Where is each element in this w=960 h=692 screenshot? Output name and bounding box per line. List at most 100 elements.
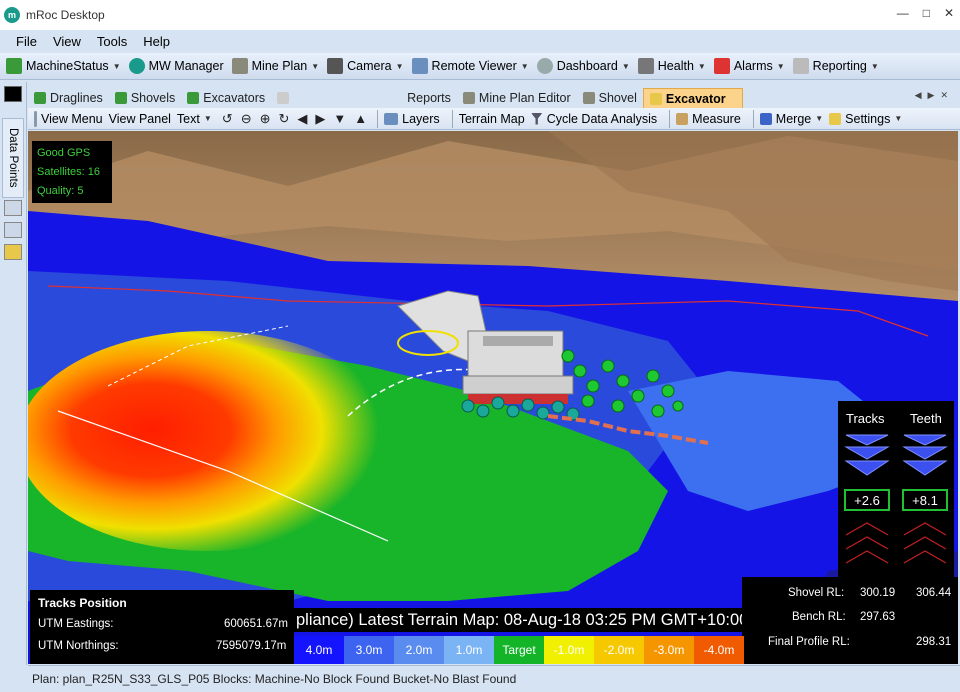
merge-button[interactable]: Merge ▼ — [759, 112, 824, 126]
dragline-icon — [34, 92, 46, 104]
tab-scroll-icon[interactable]: ◀▶✕ — [915, 90, 954, 101]
main-toolbar: MachineStatus ▼ MW Manager Mine Plan ▼ Cam… — [0, 53, 960, 80]
view-toolbar: View Menu View Panel Text ▼ ↺ ⊖ ⊕ ↻ ◀ ▶ ▼… — [28, 108, 960, 130]
toolbar-separator — [752, 109, 754, 128]
chevron-down-icon: ▼ — [203, 114, 212, 123]
mine-plan-button[interactable]: Mine Plan ▼ — [231, 58, 320, 74]
settings-icon — [829, 112, 842, 125]
tracks-position-panel: Tracks Position UTM Eastings: 600651.67m… — [30, 590, 294, 664]
chevron-down-icon: ▼ — [776, 61, 785, 71]
chevron-down-icon: ▼ — [520, 61, 529, 71]
reporting-button[interactable]: Reporting ▼ — [792, 58, 879, 74]
measure-button[interactable]: Measure — [676, 112, 741, 126]
tab-shovel[interactable]: Shovel — [577, 88, 643, 108]
chevron-down-icon: ▼ — [112, 61, 121, 71]
zoom-out-icon[interactable]: ⊖ — [241, 111, 252, 127]
tab-reports[interactable]: Reports — [401, 88, 457, 108]
menu-view[interactable]: View — [53, 34, 81, 49]
terrain-map-caption: pliance) Latest Terrain Map: 08-Aug-18 0… — [294, 608, 742, 632]
tab-mine-plan-editor[interactable]: Mine Plan Editor — [457, 88, 577, 108]
tab-shovels[interactable]: Shovels — [109, 88, 181, 108]
mine-plan-icon — [231, 58, 248, 74]
legend-swatch: -3.0m — [644, 636, 694, 664]
pan-down-icon[interactable]: ▼ — [333, 111, 346, 126]
terrain-3d-viewport[interactable]: Good GPS Satellites: 16 Quality: 5 Track… — [28, 131, 958, 664]
gps-status: Good GPS — [37, 147, 91, 159]
menu-bar: File View Tools Help — [0, 30, 960, 52]
terrain-map-button[interactable]: Terrain Map — [459, 112, 525, 126]
dashboard-icon — [536, 58, 553, 74]
merge-icon — [759, 112, 772, 125]
pan-right-icon[interactable]: ▶ — [315, 111, 325, 127]
maximize-icon[interactable]: □ — [923, 6, 930, 20]
tracks-position-title: Tracks Position — [38, 596, 127, 610]
ruler-icon — [676, 112, 689, 125]
excavation-zone — [28, 331, 398, 551]
settings-button[interactable]: Settings ▼ — [829, 112, 902, 126]
chevron-down-icon: ▼ — [311, 61, 320, 71]
menu-file[interactable]: File — [16, 34, 37, 49]
pan-up-icon[interactable]: ▲ — [354, 111, 367, 126]
rotate-left-icon[interactable]: ↺ — [222, 111, 233, 127]
legend-swatch: -2.0m — [594, 636, 644, 664]
excavator-icon — [649, 92, 662, 105]
final-profile-rl-row: Final Profile RL: 298.31 — [768, 636, 952, 648]
chevron-down-icon: ▼ — [870, 61, 879, 71]
menu-help[interactable]: Help — [143, 34, 170, 49]
document-icon — [277, 92, 290, 104]
health-icon — [637, 58, 654, 74]
mw-manager-button[interactable]: MW Manager — [128, 58, 224, 74]
tab-blank-icon[interactable] — [271, 88, 401, 108]
panel-tool-icon[interactable] — [4, 200, 22, 216]
legend-swatch: 4.0m — [294, 636, 344, 664]
chevron-down-icon: ▼ — [395, 61, 404, 71]
remote-viewer-button[interactable]: Remote Viewer ▼ — [411, 58, 529, 74]
terminal-icon[interactable] — [4, 86, 22, 102]
health-button[interactable]: Health ▼ — [637, 58, 706, 74]
toolbar-separator — [669, 109, 671, 128]
title-bar: m mRoc Desktop — □ ✕ — [0, 0, 960, 30]
rotate-right-icon[interactable]: ↻ — [279, 111, 290, 127]
chevron-down-icon: ▼ — [815, 114, 824, 123]
layers-icon — [384, 112, 399, 125]
camera-button[interactable]: Camera ▼ — [327, 58, 404, 74]
status-bar: Plan: plan_R25N_S33_GLS_P05 Blocks: Mach… — [28, 665, 960, 692]
layers-button[interactable]: Layers — [384, 112, 440, 126]
text-button[interactable]: Text ▼ — [177, 112, 212, 126]
mine-plan-icon[interactable] — [4, 222, 22, 238]
pan-left-icon[interactable]: ◀ — [297, 111, 307, 127]
view-menu-button[interactable]: View Menu — [41, 112, 103, 126]
teeth-value: +8.1 — [902, 489, 948, 511]
gps-status-panel: Good GPS Satellites: 16 Quality: 5 — [32, 141, 112, 203]
dashboard-button[interactable]: Dashboard ▼ — [536, 58, 630, 74]
tab-draglines[interactable]: Draglines — [28, 88, 109, 108]
alarms-icon — [713, 58, 730, 74]
tracks-value: +2.6 — [844, 489, 890, 511]
tab-excavators[interactable]: Excavators — [181, 88, 271, 108]
legend-swatch: Target — [494, 636, 544, 664]
close-icon[interactable]: ✕ — [944, 6, 954, 20]
legend-swatch: 2.0m — [394, 636, 444, 664]
rl-panel: Shovel RL: 300.19 306.44 Bench RL: 297.6… — [742, 577, 958, 664]
data-points-tab[interactable]: Data Points — [2, 118, 24, 198]
alarms-button[interactable]: Alarms ▼ — [713, 58, 785, 74]
legend-swatch: -1.0m — [544, 636, 594, 664]
machine-status-button[interactable]: MachineStatus ▼ — [6, 58, 121, 74]
view-panel-button[interactable]: View Panel — [109, 112, 171, 126]
left-panel: Data Points — [0, 82, 27, 665]
filter-icon — [530, 112, 543, 125]
tab-bar: Draglines Shovels Excavators Reports Min… — [28, 86, 960, 108]
status-text: Plan: plan_R25N_S33_GLS_P05 Blocks: Mach… — [32, 672, 517, 686]
camera-icon — [327, 58, 344, 74]
zoom-in-icon[interactable]: ⊕ — [260, 111, 271, 127]
minimize-icon[interactable]: — — [897, 6, 909, 20]
remote-viewer-icon — [411, 58, 428, 74]
machine-status-icon — [6, 58, 22, 74]
tab-excavator[interactable]: Excavator — [642, 88, 743, 108]
cycle-data-analysis-button[interactable]: Cycle Data Analysis — [530, 112, 657, 126]
shovel-icon — [582, 92, 595, 104]
toolbar-separator — [377, 109, 379, 128]
excavator-icon[interactable] — [4, 244, 22, 260]
menu-tools[interactable]: Tools — [97, 34, 127, 49]
shovel-rl-row: Shovel RL: 300.19 306.44 — [788, 587, 952, 599]
